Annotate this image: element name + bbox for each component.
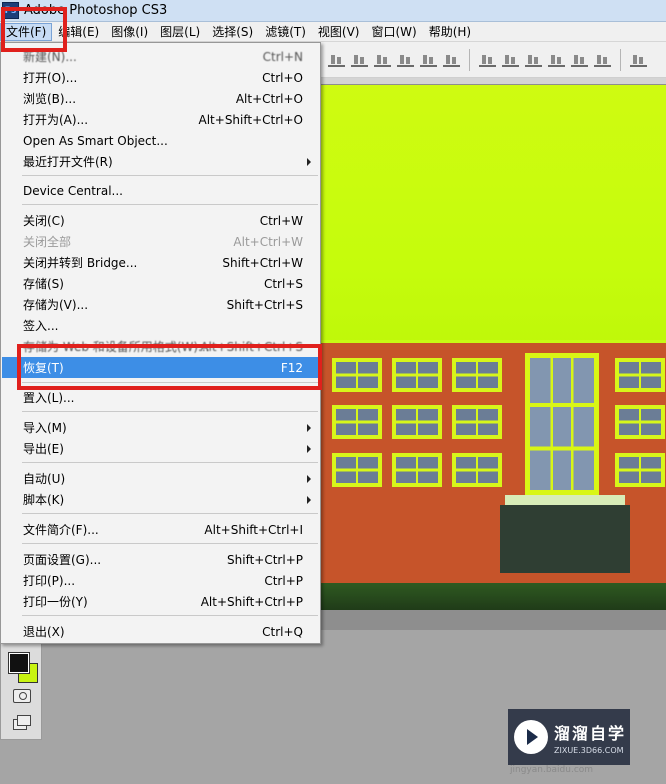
distribute-horizontal-center-icon[interactable] — [571, 53, 588, 67]
file-menu-dropdown: 新建(N)... Ctrl+N 打开(O)... Ctrl+O 浏览(B)...… — [0, 42, 321, 644]
annotation-box-file-menu — [1, 7, 67, 52]
menu-item-import[interactable]: 导入(M) — [2, 417, 319, 438]
watermark-subtitle: ZIXUE.3D66.COM — [554, 745, 624, 755]
play-logo-icon — [514, 720, 548, 754]
menu-item-print[interactable]: 打印(P)... Ctrl+P — [2, 570, 319, 591]
align-bottom-icon[interactable] — [374, 53, 391, 67]
menu-select[interactable]: 选择(S) — [206, 23, 259, 41]
quick-mask-icon[interactable] — [13, 689, 31, 703]
menu-item-page-setup[interactable]: 页面设置(G)... Shift+Ctrl+P — [2, 549, 319, 570]
align-right-icon[interactable] — [443, 53, 460, 67]
menu-item-device-central[interactable]: Device Central... — [2, 180, 319, 201]
align-top-icon[interactable] — [328, 53, 345, 67]
menu-bar: 文件(F) 编辑(E) 图像(I) 图层(L) 选择(S) 滤镜(T) 视图(V… — [0, 22, 666, 42]
submenu-arrow-icon — [307, 496, 311, 504]
canvas-building-facade — [310, 343, 666, 583]
menu-filter[interactable]: 滤镜(T) — [259, 23, 312, 41]
menu-image[interactable]: 图像(I) — [105, 23, 154, 41]
watermark-footer: jingyan.baidu.com — [510, 765, 594, 775]
options-bar — [320, 42, 666, 78]
menu-item-open[interactable]: 打开(O)... Ctrl+O — [2, 67, 319, 88]
menu-item-check-in[interactable]: 签入... — [2, 315, 319, 336]
align-horizontal-center-icon[interactable] — [420, 53, 437, 67]
annotation-box-revert — [17, 344, 322, 390]
menu-item-close-go-to-bridge[interactable]: 关闭并转到 Bridge... Shift+Ctrl+W — [2, 252, 319, 273]
toolbar-divider — [620, 48, 621, 71]
menu-item-automate[interactable]: 自动(U) — [2, 468, 319, 489]
menu-help[interactable]: 帮助(H) — [423, 23, 477, 41]
menu-item-open-recent[interactable]: 最近打开文件(R) — [2, 151, 319, 172]
distribute-bottom-icon[interactable] — [525, 53, 542, 67]
submenu-arrow-icon — [307, 158, 311, 166]
menu-layer[interactable]: 图层(L) — [154, 23, 206, 41]
menu-view[interactable]: 视图(V) — [312, 23, 366, 41]
menu-item-scripts[interactable]: 脚本(K) — [2, 489, 319, 510]
document-tab-strip — [320, 78, 666, 84]
menu-item-save-as[interactable]: 存储为(V)... Shift+Ctrl+S — [2, 294, 319, 315]
auto-align-layers-icon[interactable] — [630, 53, 647, 67]
menu-separator — [22, 175, 318, 176]
toolbar-divider — [469, 48, 470, 71]
menu-separator — [22, 411, 318, 412]
distribute-left-icon[interactable] — [548, 53, 565, 67]
distribute-right-icon[interactable] — [594, 53, 611, 67]
menu-separator — [22, 615, 318, 616]
menu-window[interactable]: 窗口(W) — [365, 23, 422, 41]
distribute-top-icon[interactable] — [479, 53, 496, 67]
menu-separator — [22, 462, 318, 463]
menu-item-close[interactable]: 关闭(C) Ctrl+W — [2, 210, 319, 231]
menu-item-place[interactable]: 置入(L)... — [2, 387, 319, 408]
menu-separator — [22, 204, 318, 205]
menu-item-close-all: 关闭全部 Alt+Ctrl+W — [23, 234, 303, 250]
submenu-arrow-icon — [307, 424, 311, 432]
menu-item-print-one-copy[interactable]: 打印一份(Y) Alt+Shift+Ctrl+P — [2, 591, 319, 612]
title-bar: Ps Adobe Photoshop CS3 — [0, 0, 666, 22]
foreground-color-swatch[interactable] — [8, 652, 30, 674]
menu-item-exit[interactable]: 退出(X) Ctrl+Q — [2, 621, 319, 642]
toolbox-panel — [0, 630, 42, 740]
menu-item-open-as[interactable]: 打开为(A)... Alt+Shift+Ctrl+O — [2, 109, 319, 130]
watermark-title: 溜溜自学 — [554, 723, 627, 743]
watermark-badge: 溜溜自学 ZIXUE.3D66.COM — [508, 709, 630, 765]
menu-item-save[interactable]: 存储(S) Ctrl+S — [2, 273, 319, 294]
menu-separator — [22, 543, 318, 544]
align-vertical-center-icon[interactable] — [351, 53, 368, 67]
menu-item-export[interactable]: 导出(E) — [2, 438, 319, 459]
screen-mode-icon[interactable] — [13, 715, 31, 730]
submenu-arrow-icon — [307, 475, 311, 483]
distribute-vertical-center-icon[interactable] — [502, 53, 519, 67]
menu-item-file-info[interactable]: 文件简介(F)... Alt+Shift+Ctrl+I — [2, 519, 319, 540]
menu-item-open-as-smart-object[interactable]: Open As Smart Object... — [2, 130, 319, 151]
menu-item-browse[interactable]: 浏览(B)... Alt+Ctrl+O — [2, 88, 319, 109]
menu-separator — [22, 513, 318, 514]
submenu-arrow-icon — [307, 445, 311, 453]
align-left-icon[interactable] — [397, 53, 414, 67]
